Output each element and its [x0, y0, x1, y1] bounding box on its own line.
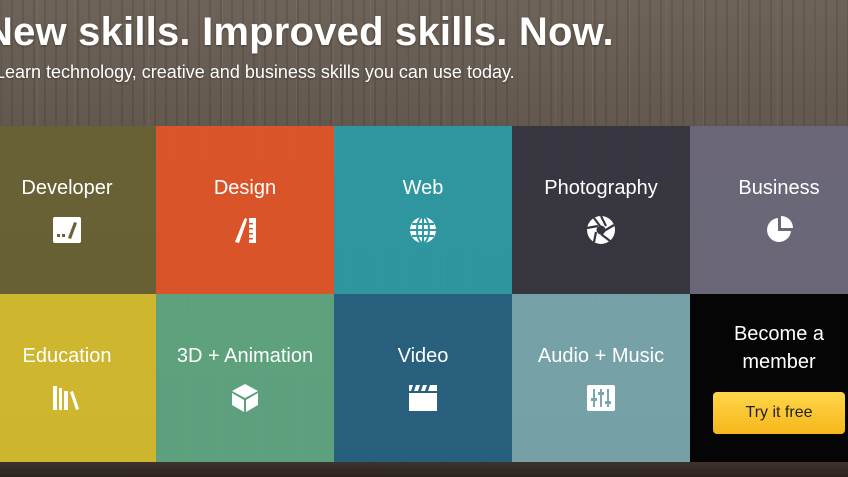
hero-subtitle: Learn technology, creative and business … [0, 62, 515, 82]
category-tile-developer[interactable]: Developer [0, 126, 156, 294]
category-label: Video [397, 345, 449, 367]
clapperboard-icon [407, 382, 439, 414]
category-label: Developer [21, 177, 113, 199]
category-tile-video[interactable]: Video [334, 294, 512, 462]
category-tile-education[interactable]: Education [0, 294, 156, 462]
category-tile-design[interactable]: Design [156, 126, 334, 294]
membership-headline: Become a member [733, 323, 825, 373]
category-label: Photography [544, 177, 658, 199]
design-tools-icon [229, 214, 261, 246]
mixer-sliders-icon [585, 382, 617, 414]
cube-icon [229, 382, 261, 414]
category-label: Design [213, 177, 277, 199]
category-grid: Developer Design Web Photography Busines… [0, 126, 848, 462]
pie-chart-icon [763, 214, 795, 246]
category-tile-business[interactable]: Business [690, 126, 848, 294]
category-tile-photography[interactable]: Photography [512, 126, 690, 294]
hero-title: New skills. Improved skills. Now. [0, 10, 614, 54]
category-label: 3D + Animation [176, 345, 314, 367]
developer-icon [51, 214, 83, 246]
category-label: Audio + Music [537, 345, 665, 367]
category-label: Business [738, 177, 820, 199]
globe-icon [407, 214, 439, 246]
category-tile-web[interactable]: Web [334, 126, 512, 294]
background-strip [0, 462, 848, 477]
try-it-free-button[interactable]: Try it free [713, 392, 845, 434]
category-tile-3d-animation[interactable]: 3D + Animation [156, 294, 334, 462]
aperture-icon [585, 214, 617, 246]
membership-tile: Become a member Try it free [690, 294, 848, 462]
category-label: Web [402, 177, 444, 199]
books-icon [51, 382, 83, 414]
category-tile-audio-music[interactable]: Audio + Music [512, 294, 690, 462]
category-label: Education [22, 345, 112, 367]
